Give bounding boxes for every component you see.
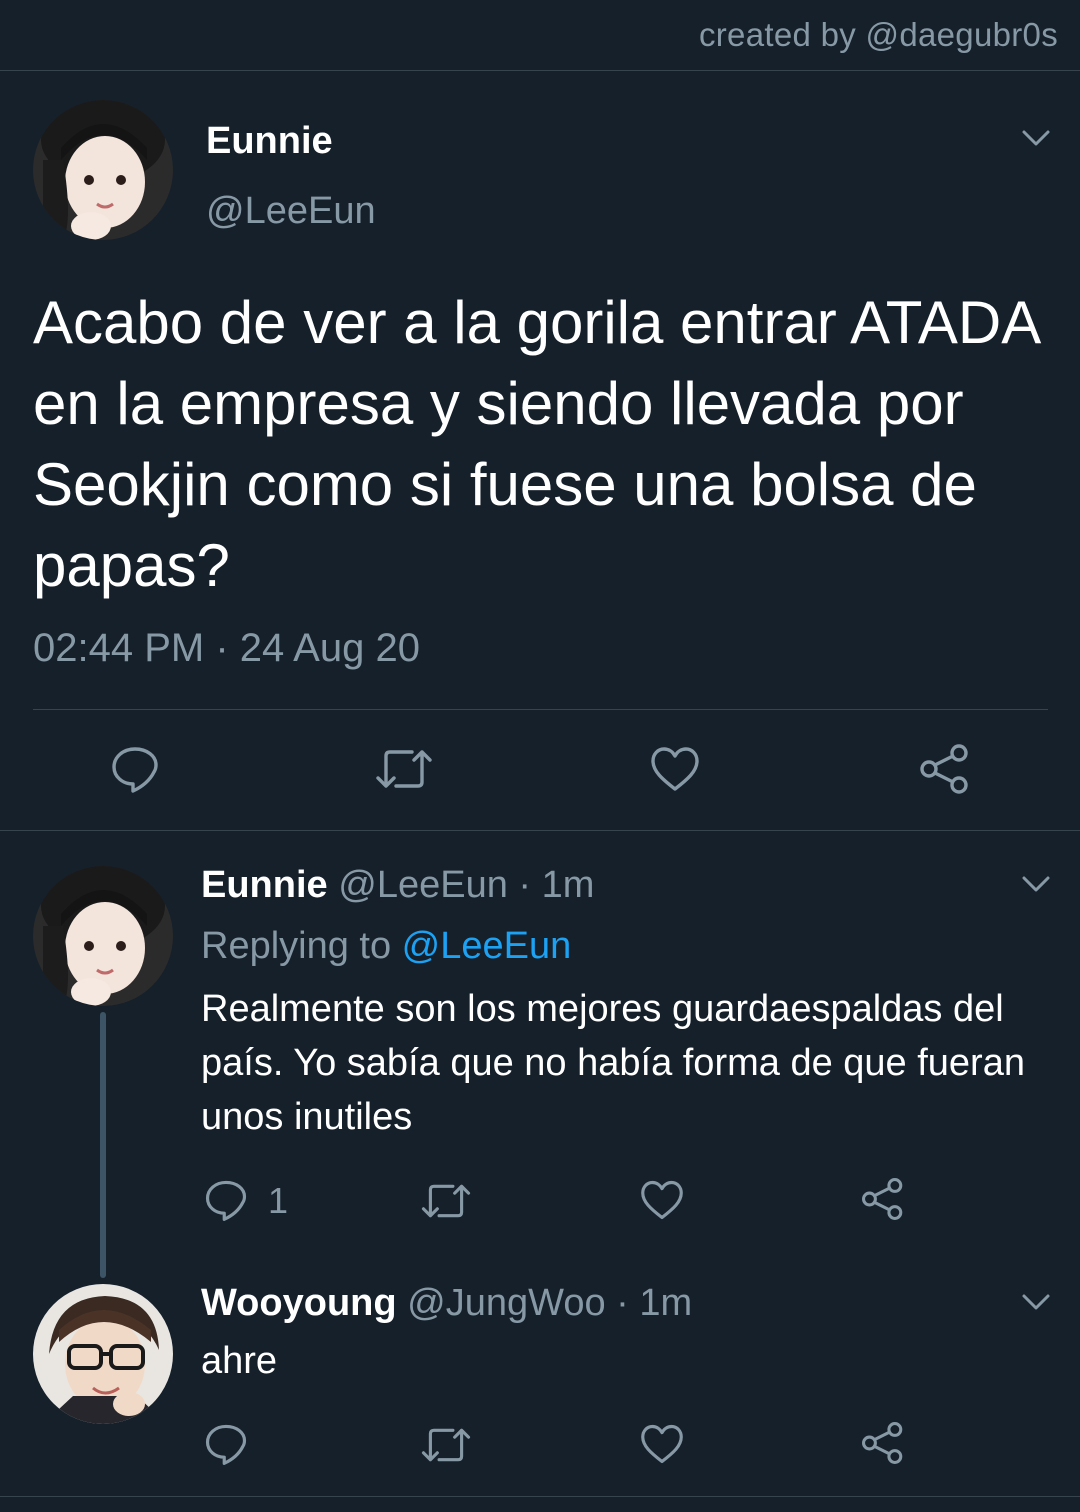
author-name[interactable]: Eunnie (201, 864, 328, 906)
dot-separator: · (605, 1282, 640, 1324)
author-handle[interactable]: @LeeEun (338, 864, 508, 906)
retweet-icon[interactable] (374, 746, 434, 792)
avatar[interactable] (33, 866, 173, 1006)
chevron-down-icon[interactable] (1021, 1292, 1051, 1312)
share-icon[interactable] (860, 1177, 906, 1221)
author-name[interactable]: Wooyoung (201, 1282, 397, 1324)
creator-credit: created by @daegubr0s (698, 16, 1058, 53)
tweet-text: Acabo de ver a la gorila entrar ATADA en… (33, 289, 1038, 599)
reply-icon[interactable] (204, 1178, 248, 1222)
retweet-icon[interactable] (420, 1425, 472, 1465)
replying-prefix: Replying to (201, 925, 402, 967)
reply-count: 1 (268, 1180, 289, 1221)
reply-time: 1m (639, 1282, 693, 1324)
reply-header: Eunnie @LeeEun · 1m (201, 864, 594, 907)
thread-line (100, 1012, 106, 1278)
like-icon[interactable] (650, 745, 700, 793)
chevron-down-icon[interactable] (1021, 128, 1051, 148)
share-icon[interactable] (918, 743, 972, 795)
reply-text: Realmente son los mejores guardaespaldas… (201, 988, 1025, 1138)
share-icon[interactable] (860, 1421, 906, 1465)
divider (33, 709, 1048, 710)
author-name[interactable]: Eunnie (206, 120, 333, 163)
author-handle[interactable]: @LeeEun (206, 190, 376, 233)
chevron-down-icon[interactable] (1021, 874, 1051, 894)
avatar[interactable] (33, 1284, 173, 1424)
reply-icon[interactable] (204, 1422, 248, 1466)
top-bar: created by @daegubr0s (0, 0, 1080, 71)
author-handle[interactable]: @JungWoo (407, 1282, 605, 1324)
dot-separator: · (507, 864, 542, 906)
avatar[interactable] (33, 100, 173, 240)
divider (0, 830, 1080, 831)
reply-time: 1m (541, 864, 595, 906)
divider (0, 1496, 1080, 1497)
reply-text: ahre (201, 1340, 278, 1382)
tweet-timestamp[interactable]: 02:44 PM · 24 Aug 20 (33, 626, 420, 671)
replying-to: Replying to @LeeEun (201, 925, 571, 968)
reply-icon[interactable] (110, 744, 160, 794)
retweet-icon[interactable] (420, 1181, 472, 1221)
like-icon[interactable] (640, 1423, 684, 1465)
like-icon[interactable] (640, 1179, 684, 1221)
reply-header: Wooyoung @JungWoo · 1m (201, 1282, 692, 1325)
mention-link[interactable]: @LeeEun (402, 925, 572, 967)
